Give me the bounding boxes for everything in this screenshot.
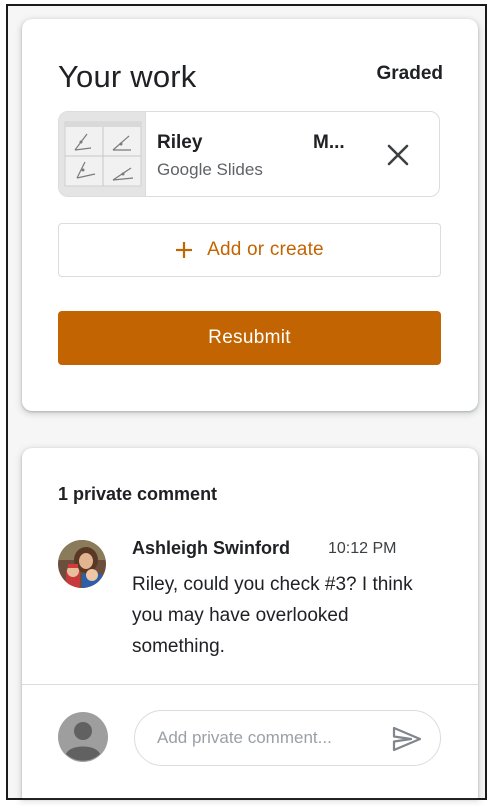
attachment-title-suffix[interactable]: M... (313, 132, 345, 154)
comment-text: Riley, could you check #3? I think you m… (132, 574, 413, 657)
comment-divider (22, 684, 478, 685)
slides-thumbnail-icon (59, 112, 146, 196)
plus-icon (176, 242, 193, 258)
your-work-card: Your work Graded Riley M... Google Slide… (22, 19, 478, 411)
add-or-create-button[interactable]: Add or create (58, 223, 441, 277)
remove-attachment-button[interactable] (383, 140, 413, 170)
comment-timestamp: 10:12 PM (328, 540, 397, 557)
user-avatar-icon (58, 712, 108, 762)
resubmit-button[interactable]: Resubmit (58, 311, 441, 365)
close-icon (387, 144, 409, 166)
attachment-type: Google Slides (157, 160, 263, 179)
send-button[interactable] (391, 725, 423, 753)
grade-status: Graded (376, 63, 443, 84)
private-comments-heading: 1 private comment (58, 484, 218, 504)
private-comment-field[interactable] (134, 710, 441, 766)
comment-author: Ashleigh Swinford (132, 538, 291, 558)
private-comment-input[interactable] (157, 724, 375, 752)
add-or-create-label: Add or create (207, 239, 324, 260)
your-work-title: Your work (58, 59, 197, 94)
classroom-panel: Your work Graded Riley M... Google Slide… (6, 4, 487, 800)
send-icon (392, 726, 422, 752)
commenter-avatar (58, 540, 106, 588)
attachment-title[interactable]: Riley (157, 132, 202, 154)
private-comments-card: 1 private comment Ashleigh Swinford 10:1… (22, 448, 478, 798)
attachment-card[interactable]: Riley M... Google Slides (58, 111, 440, 197)
